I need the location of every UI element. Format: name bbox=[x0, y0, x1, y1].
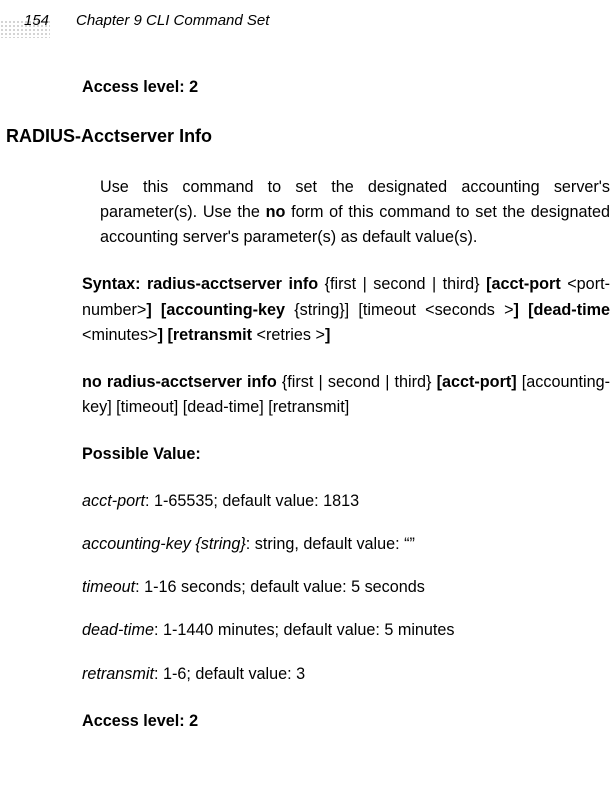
syntax-b3: ] [accounting-key bbox=[146, 301, 285, 319]
syntax-b4: ] [dead-time bbox=[514, 301, 610, 319]
pv-timeout: timeout: 1-16 seconds; default value: 5 … bbox=[0, 575, 616, 600]
pv-dead-time: dead-time: 1-1440 minutes; default value… bbox=[0, 618, 616, 643]
intro-bold-no: no bbox=[266, 203, 286, 221]
possible-value-label: Possible Value: bbox=[0, 442, 616, 467]
syntax-b6: ] bbox=[325, 326, 330, 344]
content-body: Access level: 2 RADIUS-Acctserver Info U… bbox=[0, 45, 616, 734]
pv-accounting-key-name: accounting-key {string} bbox=[82, 535, 246, 553]
no-form-p1: {first | second | third} bbox=[277, 373, 437, 391]
pv-accounting-key-text: : string, default value: “” bbox=[246, 535, 415, 553]
pv-retransmit-name: retransmit bbox=[82, 665, 154, 683]
syntax-b5: ] [retransmit bbox=[158, 326, 252, 344]
pv-accounting-key: accounting-key {string}: string, default… bbox=[0, 532, 616, 557]
intro-paragraph: Use this command to set the designated a… bbox=[0, 175, 616, 250]
no-form-b2: [acct-port] bbox=[437, 373, 517, 391]
page-header: 154 Chapter 9 CLI Command Set bbox=[0, 0, 616, 45]
pv-acct-port-name: acct-port bbox=[82, 492, 145, 510]
syntax-paragraph: Syntax: radius-acctserver info {first | … bbox=[0, 272, 616, 347]
syntax-label: Syntax: radius-acctserver info bbox=[82, 275, 318, 293]
pv-retransmit: retransmit: 1-6; default value: 3 bbox=[0, 662, 616, 687]
syntax-p3: {string}] [timeout <seconds > bbox=[285, 301, 513, 319]
access-level-top: Access level: 2 bbox=[0, 75, 616, 100]
syntax-p1: {first | second | third} bbox=[318, 275, 486, 293]
pv-dead-time-text: : 1-1440 minutes; default value: 5 minut… bbox=[154, 621, 455, 639]
pv-dead-time-name: dead-time bbox=[82, 621, 154, 639]
syntax-p4: <minutes> bbox=[82, 326, 158, 344]
pv-acct-port: acct-port: 1-65535; default value: 1813 bbox=[0, 489, 616, 514]
no-form-paragraph: no radius-acctserver info {first | secon… bbox=[0, 370, 616, 420]
pv-acct-port-text: : 1-65535; default value: 1813 bbox=[145, 492, 359, 510]
access-level-bottom: Access level: 2 bbox=[0, 709, 616, 734]
syntax-p5: <retries > bbox=[252, 326, 325, 344]
syntax-b2: [acct-port bbox=[486, 275, 561, 293]
section-heading: RADIUS-Acctserver Info bbox=[0, 126, 616, 147]
pv-timeout-name: timeout bbox=[82, 578, 135, 596]
chapter-title: Chapter 9 CLI Command Set bbox=[76, 12, 269, 29]
pv-retransmit-text: : 1-6; default value: 3 bbox=[154, 665, 305, 683]
page-number: 154 bbox=[24, 12, 49, 29]
no-form-b1: no radius-acctserver info bbox=[82, 373, 277, 391]
pv-timeout-text: : 1-16 seconds; default value: 5 seconds bbox=[135, 578, 425, 596]
